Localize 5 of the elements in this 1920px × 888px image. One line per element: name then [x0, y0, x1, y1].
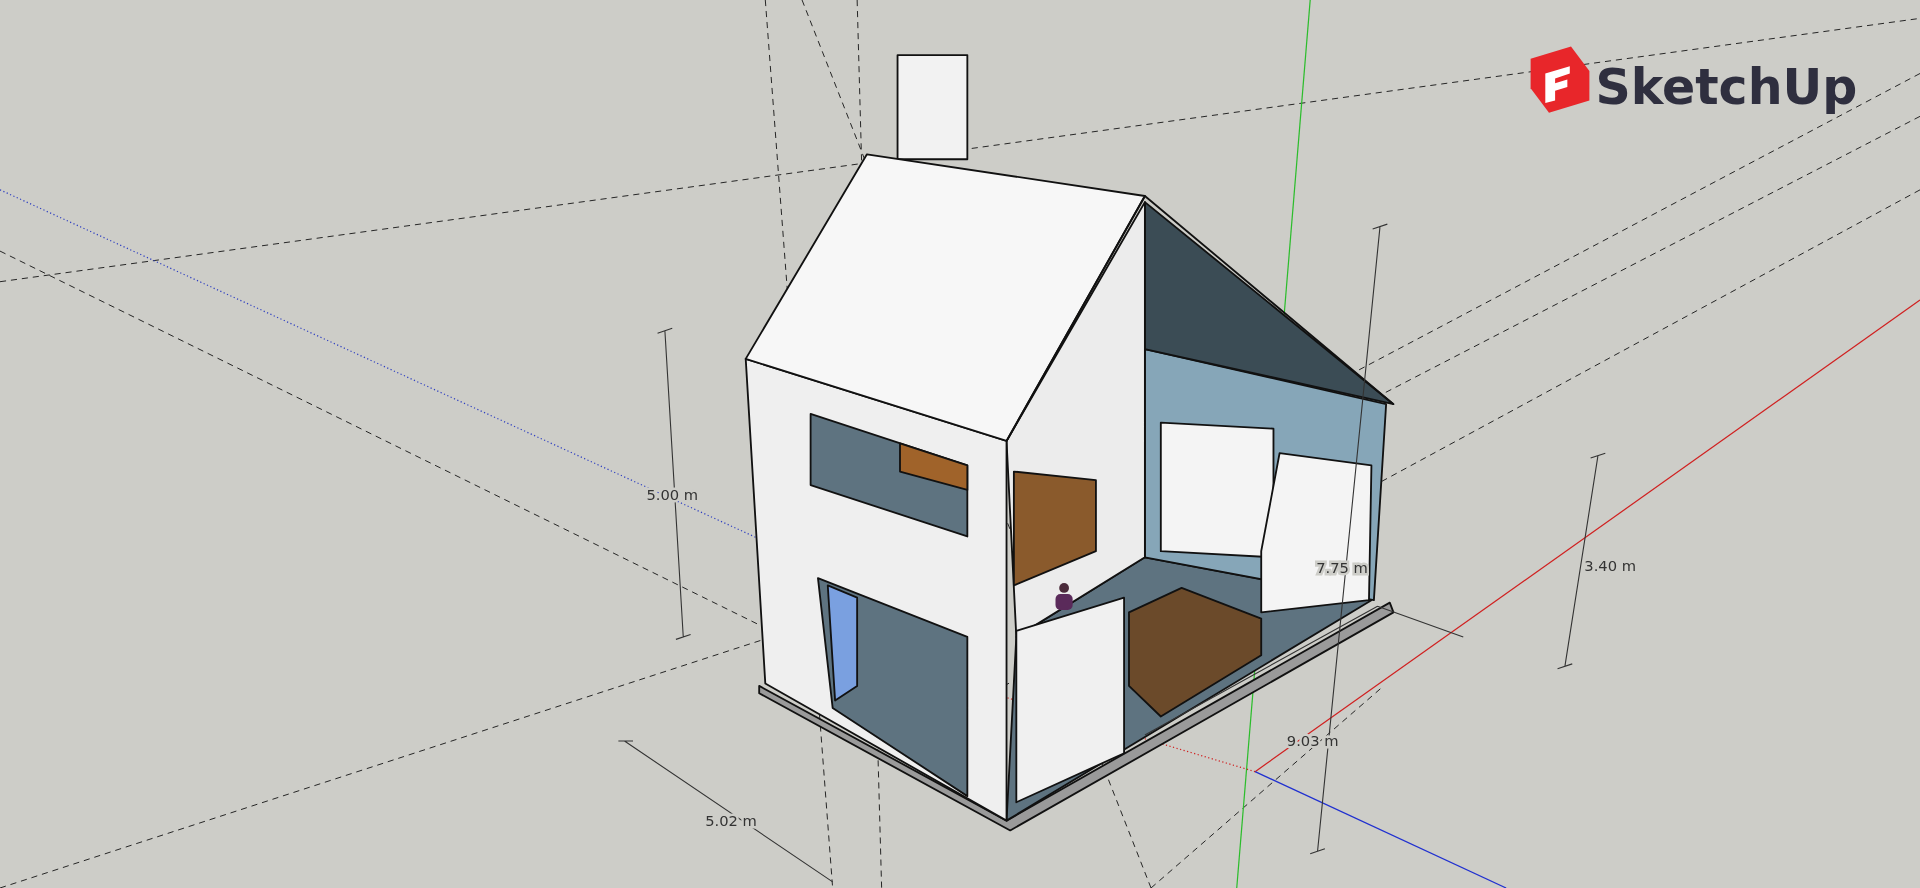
- logo-icon: [1530, 46, 1590, 113]
- logo-wordmark: SketchUp: [1595, 59, 1858, 117]
- dimension-label: 3.40 m: [1584, 556, 1637, 574]
- person-silhouette-icon: [1055, 583, 1073, 610]
- dimension-label: 5.02 m: [705, 811, 757, 829]
